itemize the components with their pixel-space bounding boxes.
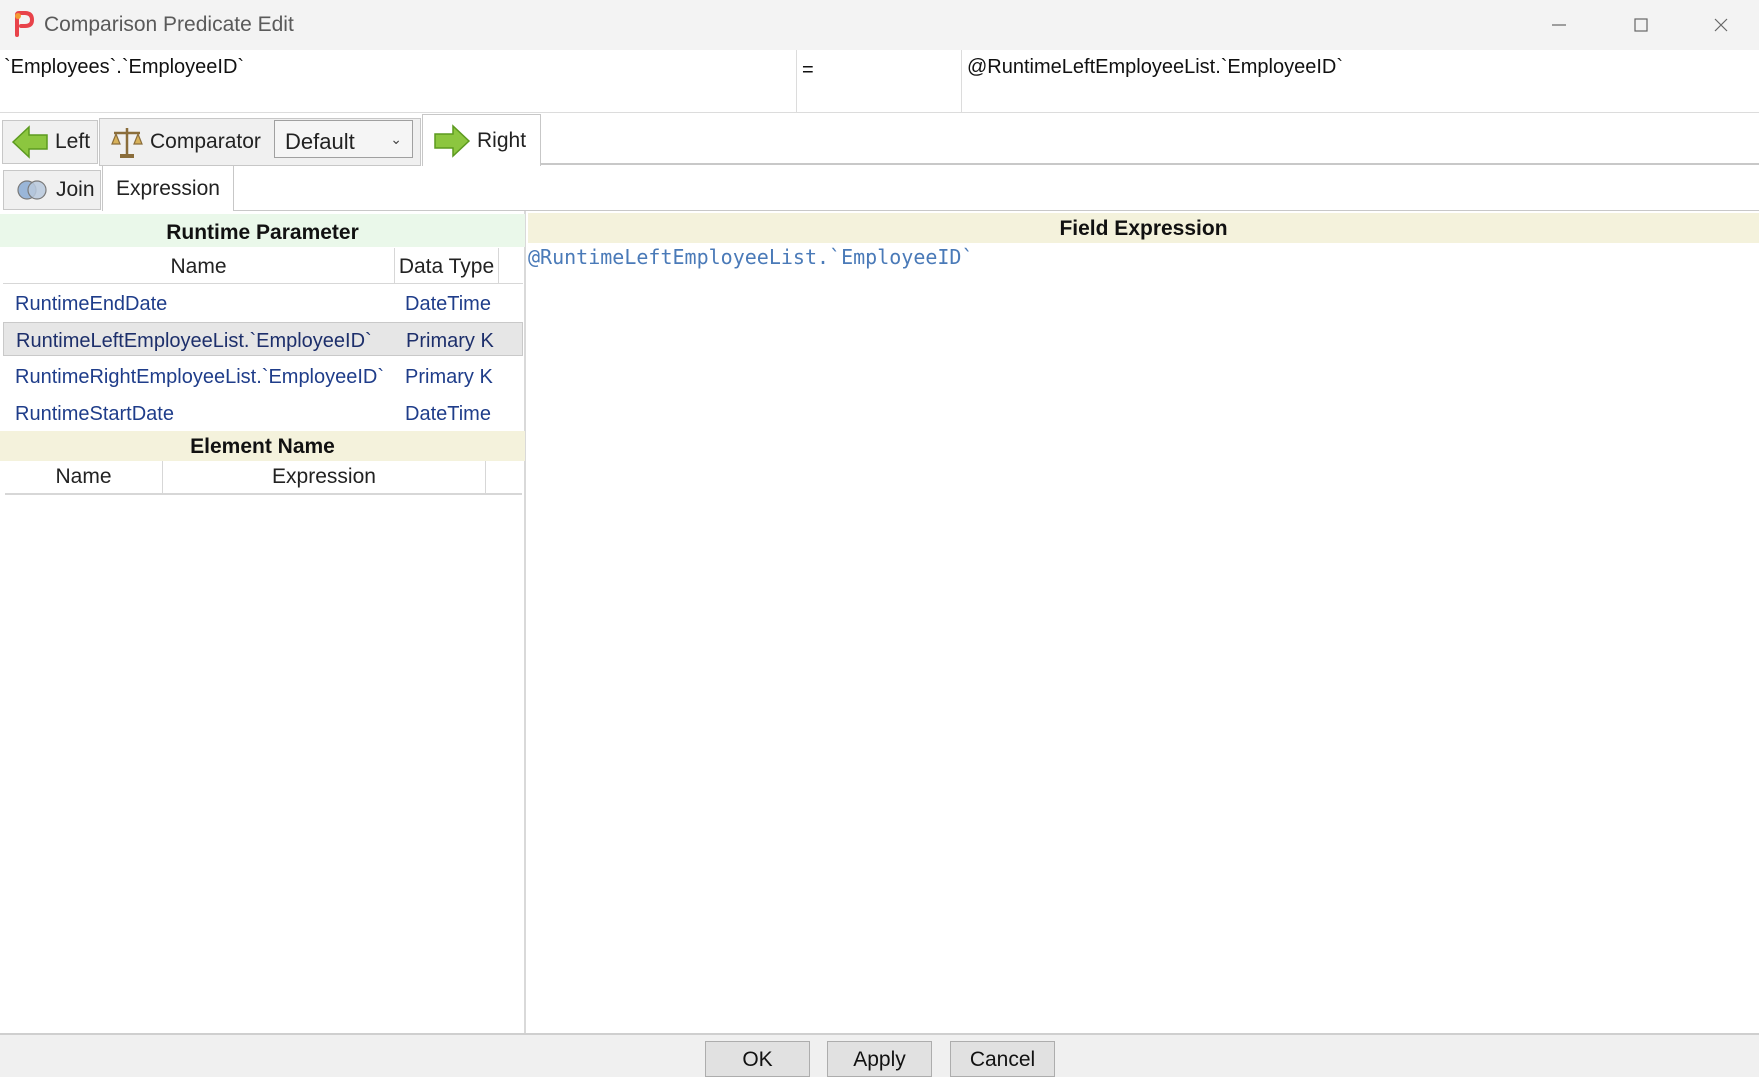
runtime-parameter-header: Runtime Parameter: [0, 214, 525, 247]
title-bar: Comparison Predicate Edit: [0, 0, 1759, 50]
parameter-name: RuntimeLeftEmployeeList.`EmployeeID`: [16, 330, 372, 352]
parameter-type: DateTime: [405, 403, 491, 425]
window-title: Comparison Predicate Edit: [44, 13, 294, 36]
parameter-type: DateTime: [405, 293, 491, 315]
parameter-name: RuntimeRightEmployeeList.`EmployeeID`: [15, 366, 385, 388]
element-column-name[interactable]: Name: [5, 461, 163, 495]
tab-join[interactable]: Join: [3, 170, 101, 210]
arrow-left-icon: [11, 125, 48, 159]
tab-expression[interactable]: Expression: [102, 165, 234, 211]
minimize-icon: [1552, 24, 1566, 26]
column-header-filler: [499, 248, 523, 284]
right-tab-label: Right: [477, 128, 527, 152]
table-row[interactable]: RuntimeStartDate DateTime: [3, 396, 523, 430]
predicate-operator[interactable]: =: [797, 50, 962, 113]
left-panel: Runtime Parameter Name Data Type Runtime…: [0, 211, 526, 1033]
close-icon: [1714, 18, 1728, 32]
element-name-header: Element Name: [0, 431, 525, 461]
comparator-dropdown-value: Default: [285, 129, 355, 154]
column-header-data-type[interactable]: Data Type: [395, 248, 499, 284]
join-icon: [17, 180, 47, 200]
parameter-name: RuntimeStartDate: [15, 403, 174, 425]
comparator-dropdown[interactable]: Default ⌄: [274, 120, 413, 158]
right-tab[interactable]: Right: [422, 114, 541, 166]
predicate-left-field[interactable]: `Employees`.`EmployeeID`: [0, 50, 797, 113]
tab-expression-label: Expression: [116, 176, 220, 200]
left-tab-label: Left: [55, 130, 91, 153]
parameter-name: RuntimeEndDate: [15, 293, 168, 315]
element-column-expression[interactable]: Expression: [163, 461, 486, 495]
ok-button[interactable]: OK: [705, 1041, 810, 1077]
apply-button[interactable]: Apply: [827, 1041, 932, 1077]
table-row-selected[interactable]: RuntimeLeftEmployeeList.`EmployeeID` Pri…: [3, 322, 523, 356]
table-row[interactable]: RuntimeEndDate DateTime: [3, 286, 523, 320]
minimize-button[interactable]: [1524, 0, 1594, 50]
cancel-button[interactable]: Cancel: [950, 1041, 1055, 1077]
close-button[interactable]: [1686, 0, 1756, 50]
left-tab[interactable]: Left: [2, 120, 98, 164]
element-column-filler: [486, 461, 522, 495]
parameter-type: Primary Key: [405, 366, 493, 388]
predicate-row: `Employees`.`EmployeeID` = @RuntimeLeftE…: [0, 50, 1759, 113]
parameter-type: Primary Key: [406, 330, 494, 352]
maximize-icon: [1634, 18, 1648, 32]
field-expression-editor[interactable]: @RuntimeLeftEmployeeList.`EmployeeID`: [528, 245, 974, 269]
predicate-right-field[interactable]: @RuntimeLeftEmployeeList.`EmployeeID`: [962, 50, 1759, 113]
chevron-down-icon: ⌄: [390, 131, 402, 147]
scale-icon: [111, 128, 143, 158]
maximize-button[interactable]: [1606, 0, 1676, 50]
table-row[interactable]: RuntimeRightEmployeeList.`EmployeeID` Pr…: [3, 359, 523, 393]
field-expression-header: Field Expression: [528, 213, 1759, 243]
comparator-label: Comparator: [150, 130, 261, 153]
app-logo-icon: [15, 11, 35, 37]
tab-join-label: Join: [56, 178, 95, 201]
arrow-right-icon: [434, 123, 471, 158]
column-header-name[interactable]: Name: [3, 248, 395, 284]
toolbar-divider: [540, 163, 1759, 165]
